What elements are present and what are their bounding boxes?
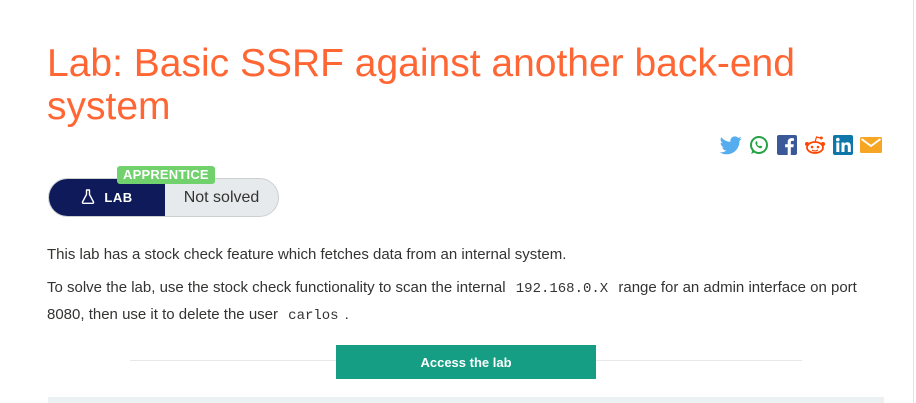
email-icon[interactable] xyxy=(859,134,882,156)
content-panel-edge xyxy=(48,397,884,403)
code-ip-range: 192.168.0.X xyxy=(515,281,609,297)
lab-tag-label: LAB xyxy=(104,190,133,205)
linkedin-icon[interactable] xyxy=(831,134,854,156)
lab-description: This lab has a stock check feature which… xyxy=(47,246,567,263)
solve-status: Not solved xyxy=(183,188,260,206)
access-lab-button[interactable]: Access the lab xyxy=(336,345,596,379)
level-badge: APPRENTICE xyxy=(117,166,215,184)
flask-icon xyxy=(81,188,95,207)
instructions-text-3: . xyxy=(344,306,349,323)
social-share-bar xyxy=(719,134,882,156)
page-title: Lab: Basic SSRF against another back-end… xyxy=(47,42,795,128)
instructions-text-1: To solve the lab, use the stock check fu… xyxy=(47,279,506,296)
twitter-icon[interactable] xyxy=(719,134,742,156)
facebook-icon[interactable] xyxy=(775,134,798,156)
reddit-icon[interactable] xyxy=(803,134,826,156)
code-username: carlos xyxy=(288,308,339,324)
whatsapp-icon[interactable] xyxy=(747,134,770,156)
lab-instructions: To solve the lab, use the stock check fu… xyxy=(47,275,892,329)
page-right-border xyxy=(913,0,914,403)
lab-tag: LAB xyxy=(49,179,165,216)
